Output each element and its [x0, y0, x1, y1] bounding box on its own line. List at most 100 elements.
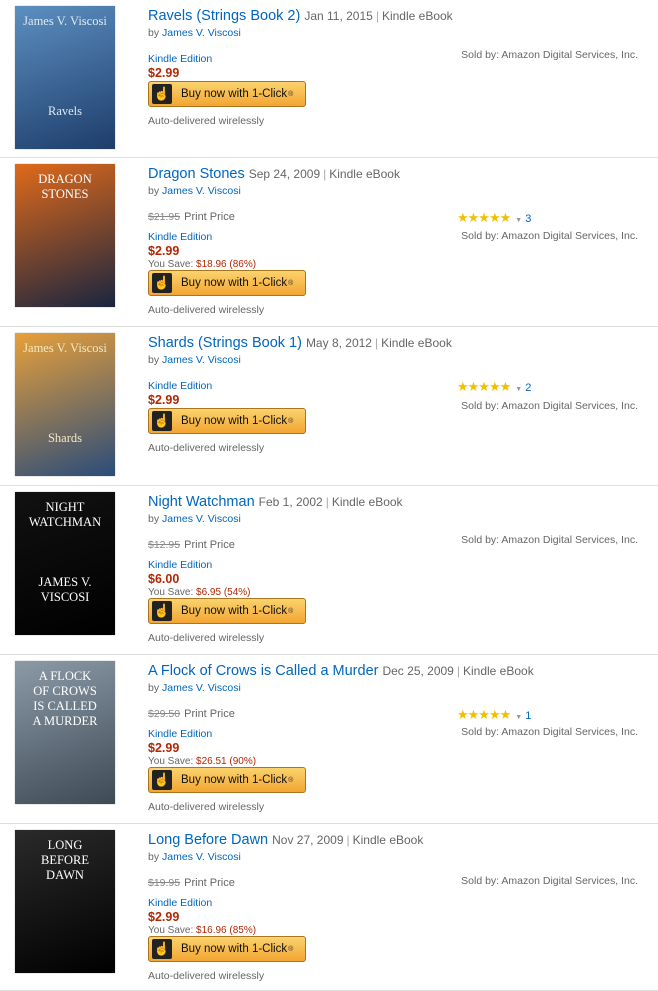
book-cover-image[interactable]: LONG BEFORE DAWN [15, 830, 115, 973]
cover-text: WATCHMAN [28, 515, 102, 529]
sold-by-text: Sold by: Amazon Digital Services, Inc. [461, 49, 638, 61]
publish-date: May 8, 2012 [305, 336, 372, 350]
you-save-amount: $26.51 (90%) [196, 756, 257, 767]
registered-mark: ® [288, 776, 294, 784]
buy-now-1-click-button[interactable]: ☝ Buy now with 1-Click ® [148, 767, 306, 793]
cover-text [15, 74, 115, 89]
format-label: Kindle eBook [462, 664, 534, 678]
cover-text [15, 545, 115, 560]
cover-text: VISCOSI [40, 590, 90, 604]
book-title-link[interactable]: Long Before Dawn [148, 832, 268, 848]
buy-now-1-click-button[interactable]: ☝ Buy now with 1-Click ® [148, 408, 306, 434]
separator: | [374, 336, 379, 350]
you-save-amount: $18.96 (86%) [196, 259, 257, 270]
separator: | [456, 664, 460, 678]
print-price: $12.95 [148, 539, 181, 551]
review-count-link[interactable]: 3 [525, 213, 531, 225]
cover-text [15, 560, 115, 575]
author-link[interactable]: James V. Viscosi [162, 354, 241, 366]
buy-now-1-click-button[interactable]: ☝ Buy now with 1-Click ® [148, 936, 306, 962]
you-save-amount: $16.96 (85%) [196, 925, 257, 936]
book-cover-image[interactable]: James V. Viscosi Ravels [15, 6, 115, 149]
author-link[interactable]: James V. Viscosi [162, 513, 241, 525]
review-count-link[interactable]: 2 [525, 382, 531, 394]
result-item: NIGHT WATCHMAN JAMES V. VISCOSI Night Watchm… [0, 486, 658, 655]
registered-mark: ® [288, 945, 294, 953]
you-save-label: You Save: [148, 587, 194, 598]
cover-text: DAWN [46, 868, 84, 882]
auto-delivered-text: Auto-delivered wirelessly [148, 970, 265, 982]
buy-button-label: Buy now with 1-Click [181, 605, 288, 617]
kindle-edition-link[interactable]: Kindle Edition [148, 727, 212, 741]
cover-text: A MURDER [32, 714, 98, 728]
print-price-line: $19.95 Print Price [148, 876, 235, 890]
format-label: Kindle eBook [329, 167, 400, 181]
buy-now-1-click-button[interactable]: ☝ Buy now with 1-Click ® [148, 598, 306, 624]
cover-text [15, 416, 115, 431]
book-title-link[interactable]: Dragon Stones [148, 166, 245, 182]
book-cover-image[interactable]: NIGHT WATCHMAN JAMES V. VISCOSI [15, 492, 115, 635]
result-item: A FLOCK OF CROWS IS CALLED A MURDER A Flock … [0, 655, 658, 824]
cover-text [15, 530, 115, 545]
separator: | [375, 9, 379, 23]
buy-now-1-click-button[interactable]: ☝ Buy now with 1-Click ® [148, 81, 306, 107]
kindle-edition-link[interactable]: Kindle Edition [148, 558, 212, 572]
sold-by-text: Sold by: Amazon Digital Services, Inc. [461, 230, 638, 242]
chevron-down-icon[interactable]: ▼ [515, 217, 522, 224]
book-cover-image[interactable]: A FLOCK OF CROWS IS CALLED A MURDER [15, 661, 115, 804]
chevron-down-icon[interactable]: ▼ [515, 386, 522, 393]
print-price-label: Print Price [184, 877, 235, 889]
print-price-label: Print Price [184, 539, 235, 551]
kindle-edition-link[interactable]: Kindle Edition [148, 379, 212, 393]
star-rating[interactable]: ★★★★★ ▼ 2 [457, 379, 531, 395]
sold-by-text: Sold by: Amazon Digital Services, Inc. [461, 534, 638, 546]
star-rating[interactable]: ★★★★★ ▼ 1 [457, 707, 531, 723]
print-price: $29.50 [148, 708, 181, 720]
cover-text: James V. Viscosi [23, 14, 107, 28]
cover-text: OF CROWS [33, 684, 97, 698]
kindle-edition-link[interactable]: Kindle Edition [148, 230, 212, 244]
book-cover-image[interactable]: DRAGON STONES [15, 164, 115, 307]
buy-now-1-click-button[interactable]: ☝ Buy now with 1-Click ® [148, 270, 306, 296]
author-link[interactable]: James V. Viscosi [162, 27, 241, 39]
book-title-link[interactable]: A Flock of Crows is Called a Murder [148, 663, 378, 679]
print-price-line: $21.95 Print Price [148, 210, 235, 224]
buy-button-label: Buy now with 1-Click [181, 943, 288, 955]
buy-button-label: Buy now with 1-Click [181, 415, 288, 427]
auto-delivered-text: Auto-delivered wirelessly [148, 442, 265, 454]
result-item: LONG BEFORE DAWN Long Before Dawn Nov 27, 20… [0, 824, 658, 991]
review-count-link[interactable]: 1 [525, 710, 531, 722]
book-cover-image[interactable]: James V. Viscosi Shards [15, 333, 115, 476]
by-label: by [148, 682, 160, 694]
kindle-edition-link[interactable]: Kindle Edition [148, 52, 212, 66]
auto-delivered-text: Auto-delivered wirelessly [148, 632, 265, 644]
author-link[interactable]: James V. Viscosi [162, 185, 241, 197]
cover-text [15, 59, 115, 74]
sold-by-text: Sold by: Amazon Digital Services, Inc. [461, 726, 638, 738]
title-line: Night Watchman Feb 1, 2002 | Kindle eBook [148, 494, 658, 510]
buy-button-label: Buy now with 1-Click [181, 774, 288, 786]
kindle-edition-link[interactable]: Kindle Edition [148, 896, 212, 910]
cover-text [15, 386, 115, 401]
book-title-link[interactable]: Shards (Strings Book 1) [148, 335, 302, 351]
you-save-label: You Save: [148, 925, 194, 936]
book-title-link[interactable]: Night Watchman [148, 494, 255, 510]
by-label: by [148, 354, 160, 366]
chevron-down-icon[interactable]: ▼ [515, 714, 522, 721]
cover-text [15, 401, 115, 416]
format-label: Kindle eBook [381, 9, 453, 23]
title-line: Shards (Strings Book 1) May 8, 2012 | Kindl… [148, 335, 658, 351]
print-price: $21.95 [148, 211, 181, 223]
result-item: James V. Viscosi Shards Shards (Strings Bo… [0, 327, 658, 486]
author-link[interactable]: James V. Viscosi [162, 851, 241, 863]
cover-text [15, 356, 115, 371]
format-label: Kindle eBook [381, 336, 452, 350]
you-save-label: You Save: [148, 756, 194, 767]
by-label: by [148, 851, 160, 863]
search-results-list: James V. Viscosi Ravels Ravels (Strings Bo… [0, 0, 658, 991]
book-title-link[interactable]: Ravels (Strings Book 2) [148, 8, 300, 24]
author-link[interactable]: James V. Viscosi [162, 682, 241, 694]
star-rating[interactable]: ★★★★★ ▼ 3 [457, 210, 531, 226]
cover-text [15, 371, 115, 386]
print-price-label: Print Price [184, 211, 235, 223]
